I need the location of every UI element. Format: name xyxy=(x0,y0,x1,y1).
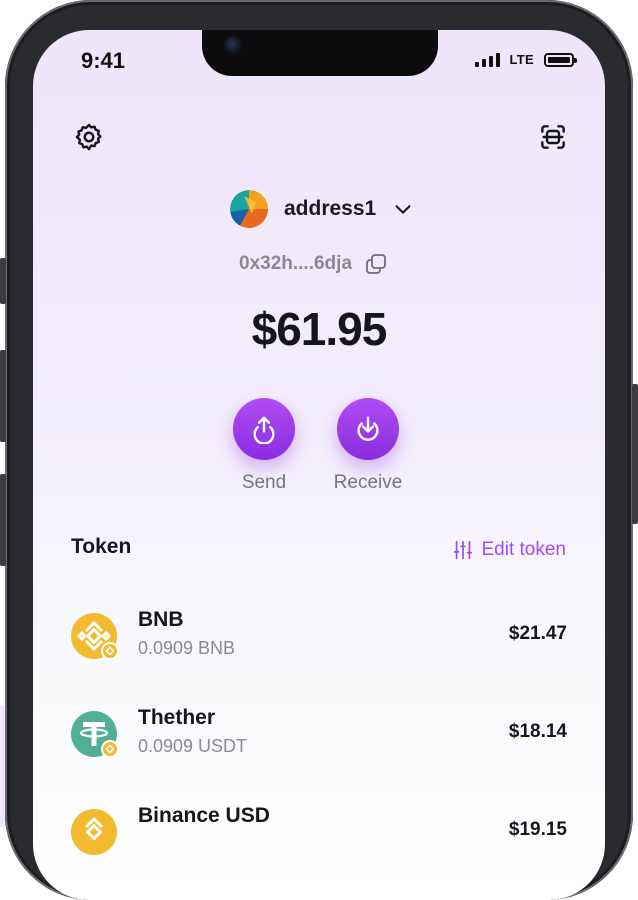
account-selector[interactable]: address1 xyxy=(230,190,414,228)
settings-button[interactable] xyxy=(71,119,107,155)
total-balance: $61.95 xyxy=(251,303,388,355)
chevron-down-icon xyxy=(392,198,414,220)
wallet-screen: 9:41 LTE address1 0x32h....6dja $61.95 S… xyxy=(33,30,605,900)
volume-down-button xyxy=(0,474,6,566)
notch xyxy=(202,30,438,76)
scan-button[interactable] xyxy=(535,119,571,155)
copy-icon[interactable] xyxy=(364,252,388,276)
scan-icon xyxy=(541,125,565,149)
send-label: Send xyxy=(241,472,287,493)
send-icon-circle xyxy=(233,398,295,460)
network-label: LTE xyxy=(509,52,534,67)
token-value: $18.14 xyxy=(508,721,567,742)
wallet-address: 0x32h....6dja xyxy=(239,253,353,274)
gear-icon xyxy=(75,123,102,151)
send-button[interactable]: Send xyxy=(214,398,314,494)
token-value: $21.47 xyxy=(508,623,567,644)
token-value: $19.15 xyxy=(508,819,567,840)
download-icon xyxy=(357,416,379,441)
receive-label: Receive xyxy=(333,472,403,493)
bnb-icon xyxy=(71,613,119,660)
status-time: 9:41 xyxy=(81,48,126,73)
token-name: Thether xyxy=(138,706,216,729)
power-button xyxy=(632,384,638,524)
token-row-tether[interactable]: Thether 0.0909 USDT $18.14 xyxy=(71,704,567,764)
token-name: BNB xyxy=(138,608,184,631)
status-indicators: LTE xyxy=(474,52,577,67)
edit-token-label: Edit token xyxy=(481,539,567,560)
edit-token-link[interactable]: Edit token xyxy=(452,539,567,561)
token-row-binance-usd[interactable]: Binance USD $19.15 xyxy=(71,802,567,862)
battery-icon xyxy=(544,52,577,67)
account-name: address1 xyxy=(284,197,377,220)
volume-up-button xyxy=(0,350,6,442)
tether-icon xyxy=(71,711,119,758)
upload-icon xyxy=(253,416,275,444)
avatar xyxy=(230,190,268,228)
sliders-icon xyxy=(453,540,472,560)
receive-button[interactable]: Receive xyxy=(318,398,418,494)
signal-icon xyxy=(474,52,500,67)
token-section-title: Token xyxy=(71,535,132,558)
front-camera xyxy=(224,36,242,54)
token-name: Binance USD xyxy=(138,804,270,827)
receive-icon-circle xyxy=(337,398,399,460)
mute-switch xyxy=(0,258,6,304)
token-amount: 0.0909 BNB xyxy=(138,638,236,658)
binance-usd-icon xyxy=(71,809,117,855)
token-amount: 0.0909 USDT xyxy=(138,736,248,756)
token-row-bnb[interactable]: BNB 0.0909 BNB $21.47 xyxy=(71,606,567,666)
address-row: 0x32h....6dja xyxy=(239,252,388,276)
